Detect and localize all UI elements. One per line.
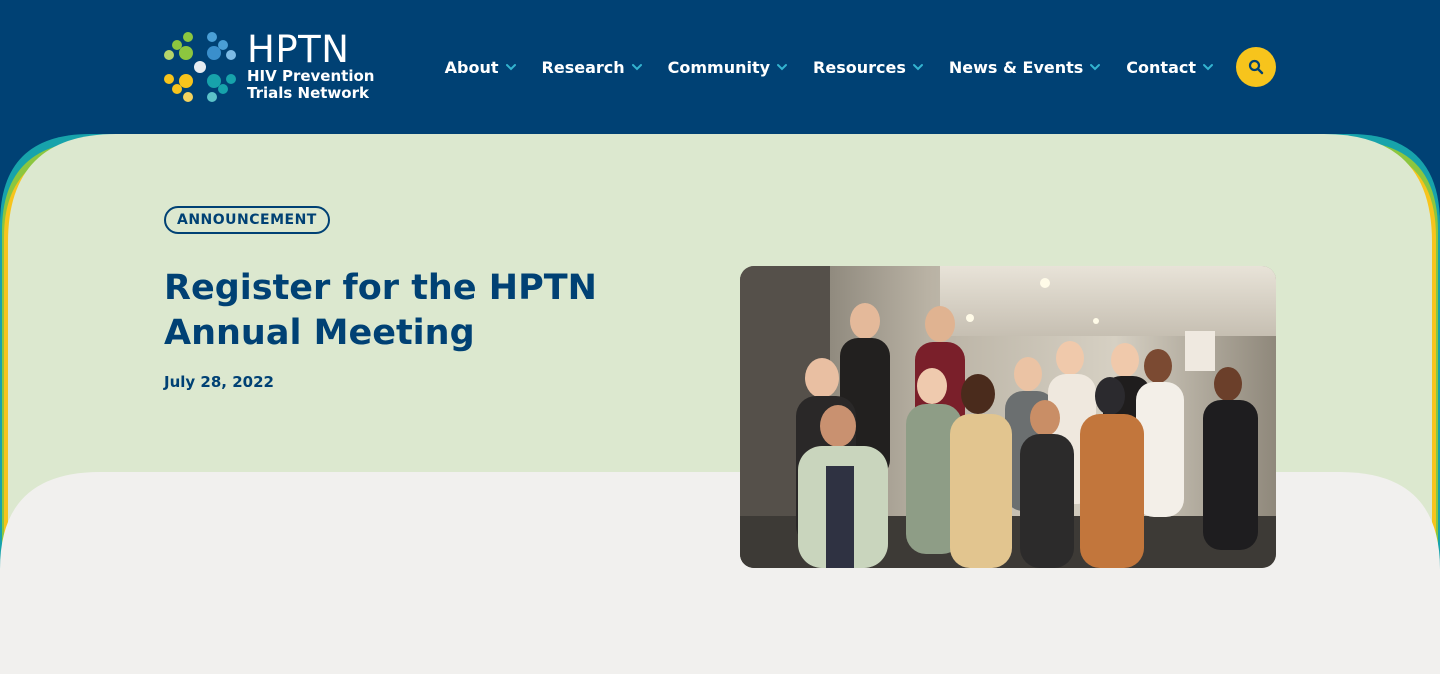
nav-item-label: Contact (1126, 57, 1196, 77)
site-header: HPTN HIV Prevention Trials Network About… (0, 0, 1440, 134)
chevron-down-icon (1203, 64, 1213, 71)
logo-name-line1: HIV Prevention (247, 67, 375, 85)
logo-name-line2: Trials Network (247, 84, 369, 102)
search-button[interactable] (1236, 47, 1276, 87)
chevron-down-icon (777, 64, 788, 71)
hptn-logo-icon (164, 32, 236, 102)
logo-text: HPTN HIV Prevention Trials Network (247, 28, 375, 102)
article-date: July 28, 2022 (164, 373, 274, 391)
nav-item-community[interactable]: Community (668, 58, 788, 77)
search-icon (1248, 59, 1264, 75)
group-photo-image (740, 266, 1276, 568)
nav-item-label: Community (667, 57, 771, 77)
nav-item-label: About (444, 57, 499, 77)
nav-item-label: Research (541, 57, 625, 77)
chevron-down-icon (505, 64, 516, 71)
chevron-down-icon (631, 64, 642, 71)
chevron-down-icon (912, 64, 923, 71)
nav-item-research[interactable]: Research (542, 58, 643, 77)
nav-item-contact[interactable]: Contact (1126, 58, 1214, 77)
nav-item-about[interactable]: About (445, 58, 517, 77)
nav-item-news-events[interactable]: News & Events (949, 58, 1101, 77)
chevron-down-icon (1090, 64, 1101, 71)
logo-abbr: HPTN (247, 28, 350, 71)
nav-item-label: News & Events (948, 57, 1084, 77)
hptn-logo[interactable]: HPTN HIV Prevention Trials Network (164, 30, 379, 104)
article-photo (740, 266, 1276, 568)
nav-item-label: Resources (813, 57, 906, 77)
nav-item-resources[interactable]: Resources (813, 58, 924, 77)
page-title: Register for the HPTN Annual Meeting (164, 268, 597, 353)
category-badge[interactable]: ANNOUNCEMENT (164, 206, 330, 234)
main-nav: About Research Community Resources News … (445, 47, 1276, 87)
